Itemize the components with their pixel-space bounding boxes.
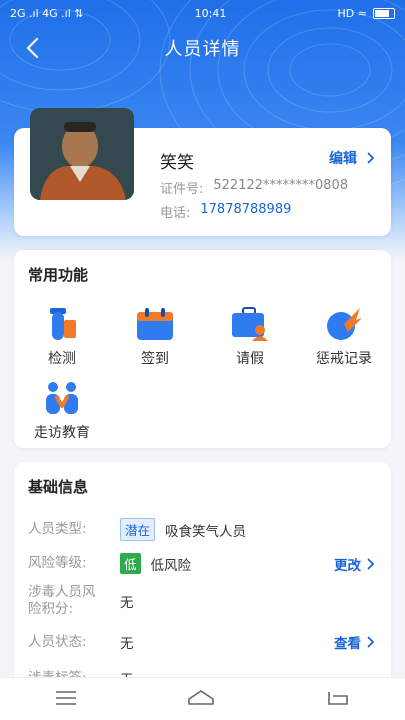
common-functions-card: 常用功能 检测 签到 请假 惩戒记录 走访教育 — [14, 250, 391, 448]
info-key: 涉毒人员风险积分: — [28, 584, 96, 617]
system-nav-bar — [0, 677, 405, 720]
change-label: 更改 — [334, 557, 361, 574]
info-value: 吸食笑气人员 — [165, 523, 247, 540]
briefcase-icon — [230, 306, 270, 342]
chevron-right-icon — [367, 152, 375, 164]
info-row-risk-score: 涉毒人员风险积分: 无 — [28, 584, 375, 618]
home-icon[interactable] — [188, 689, 215, 709]
info-key: 风险等级: — [28, 555, 87, 571]
calendar-icon — [135, 306, 175, 342]
info-value: 无 — [120, 636, 134, 652]
view-label: 查看 — [334, 636, 361, 652]
visit-people-icon — [42, 380, 82, 416]
info-row-person-type: 人员类型: 潜在 吸食笑气人员 — [28, 518, 375, 541]
section-title-basic: 基础信息 — [28, 478, 89, 496]
function-label: 检测 — [48, 351, 76, 367]
battery-icon — [372, 7, 395, 19]
info-key: 人员状态: — [28, 633, 87, 650]
avatar — [30, 108, 134, 200]
chevron-right-icon — [367, 557, 375, 570]
function-label: 签到 — [141, 351, 169, 367]
chevron-right-icon — [367, 636, 375, 648]
status-time: 10:41 — [194, 6, 227, 20]
function-discipline[interactable]: 惩戒记录 — [304, 306, 384, 368]
info-row-person-status: 人员状态: 无 查看 — [28, 632, 375, 652]
info-value: 低风险 — [150, 557, 192, 574]
phone-row: 电话: 17878788989 — [160, 202, 291, 221]
phone-value[interactable]: 17878788989 — [200, 202, 291, 221]
id-label: 证件号: — [160, 182, 204, 197]
function-label: 惩戒记录 — [316, 351, 372, 367]
chevron-left-icon — [26, 37, 39, 59]
change-button[interactable]: 更改 — [334, 554, 375, 574]
function-label: 走访教育 — [34, 425, 90, 441]
view-button[interactable]: 查看 — [334, 632, 375, 652]
info-key: 人员类型: — [28, 521, 87, 537]
info-row-risk-level: 风险等级: 低 低风险 更改 — [28, 553, 375, 574]
basic-info-card: 基础信息 人员类型: 潜在 吸食笑气人员 风险等级: 低 低风险 更改 涉毒人员… — [14, 462, 391, 702]
id-row: 证件号: 522122********0808 — [160, 178, 348, 197]
back-icon[interactable] — [327, 690, 349, 709]
edit-label: 编辑 — [329, 151, 357, 167]
menu-icon[interactable] — [56, 690, 77, 709]
nav-bar: 人员详情 — [0, 26, 405, 70]
status-bar: 2G .ıl 4G .ıl ⇅ 10:41 HD ≈ — [0, 0, 405, 26]
status-badge: 潜在 — [120, 518, 156, 541]
function-visit-education[interactable]: 走访教育 — [22, 380, 102, 442]
info-value: 无 — [120, 595, 134, 611]
function-label: 请假 — [236, 351, 264, 367]
profile-card: 笑笑 编辑 证件号: 522122********0808 电话: 178787… — [14, 108, 391, 236]
wifi-indicator: HD ≈ — [337, 6, 367, 20]
section-title-functions: 常用功能 — [28, 266, 89, 284]
function-checkin[interactable]: 签到 — [115, 306, 195, 368]
signal-indicator: 2G .ıl 4G .ıl ⇅ — [10, 6, 84, 20]
risk-badge: 低 — [120, 553, 141, 574]
function-leave[interactable]: 请假 — [210, 306, 290, 368]
person-photo — [30, 108, 134, 200]
edit-button[interactable]: 编辑 — [329, 148, 375, 168]
rocket-icon — [324, 306, 364, 342]
back-button[interactable] — [18, 34, 46, 62]
phone-label: 电话: — [160, 206, 191, 221]
test-tube-icon — [42, 306, 82, 342]
page-title: 人员详情 — [164, 39, 241, 60]
person-name: 笑笑 — [160, 153, 194, 173]
function-test[interactable]: 检测 — [22, 306, 102, 368]
id-value: 522122********0808 — [213, 178, 349, 193]
